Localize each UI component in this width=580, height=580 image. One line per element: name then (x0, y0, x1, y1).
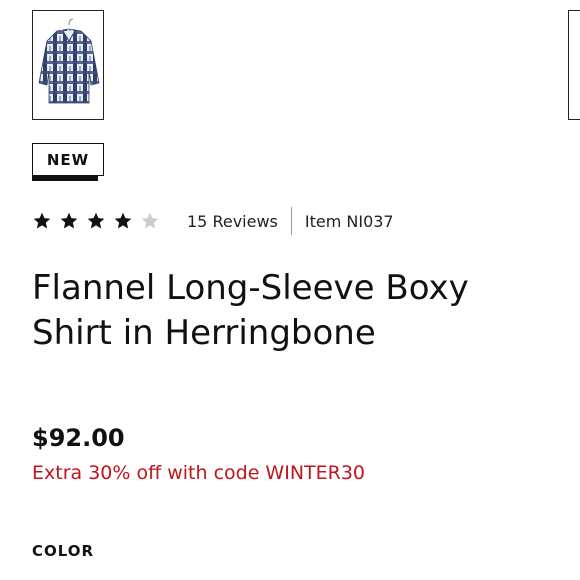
product-title: Flannel Long-Sleeve Boxy Shirt in Herrin… (32, 266, 562, 356)
product-title-line1: Flannel Long-Sleeve Boxy (32, 268, 469, 308)
divider (290, 207, 292, 235)
product-thumbnail-selected[interactable] (32, 10, 104, 120)
new-badge-wrapper: NEW (32, 143, 104, 183)
star-filled-icon (114, 212, 132, 229)
flannel-shirt-image (38, 18, 100, 104)
product-price: $92.00 (32, 424, 125, 452)
star-filled-icon (60, 212, 78, 229)
reviews-link[interactable]: 15 Reviews (187, 212, 278, 231)
star-empty-icon (141, 212, 159, 229)
color-option-label: COLOR (32, 542, 95, 560)
product-thumbnail-next[interactable] (568, 10, 580, 120)
star-rating[interactable] (32, 211, 167, 231)
new-badge: NEW (32, 143, 104, 176)
star-filled-icon (87, 212, 105, 229)
badge-underline (32, 176, 98, 181)
promo-message: Extra 30% off with code WINTER30 (32, 462, 366, 484)
star-filled-icon (33, 212, 51, 229)
item-number: Item NI037 (304, 211, 394, 231)
rating-row: 15 Reviews Item NI037 (32, 206, 394, 236)
product-title-line2: Shirt in Herringbone (32, 313, 376, 353)
